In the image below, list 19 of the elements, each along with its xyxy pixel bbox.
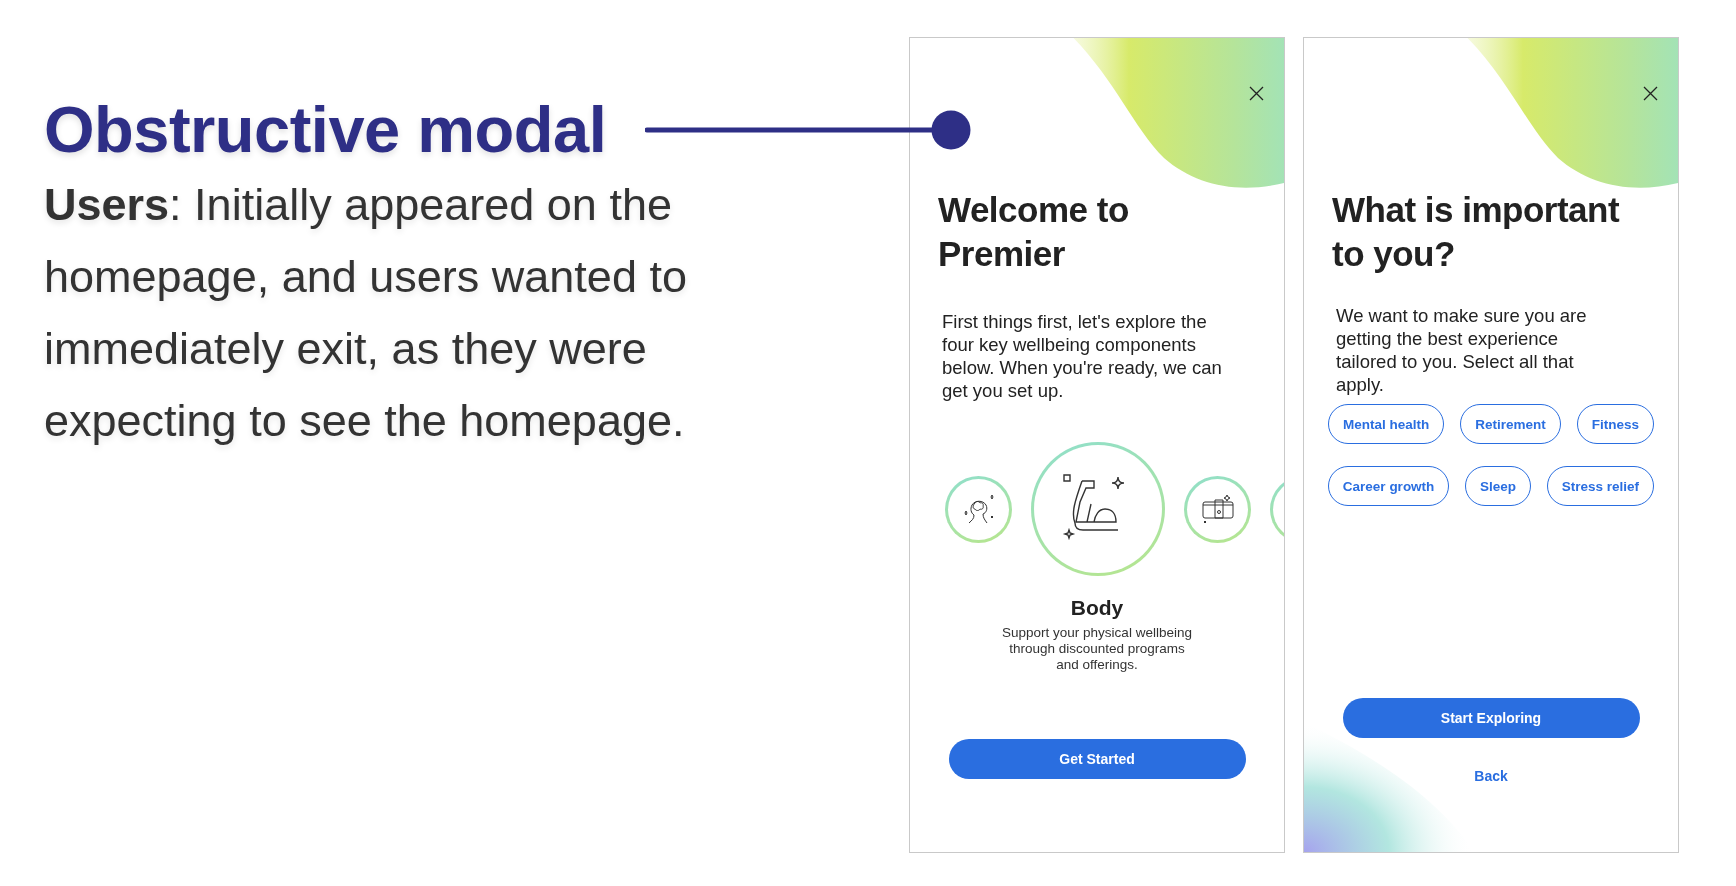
interest-chip[interactable]: Career growth — [1327, 466, 1450, 506]
back-link[interactable]: Back — [1474, 768, 1508, 784]
feature-description: Support your physical wellbeing through discounted programs and offerings. — [1001, 625, 1193, 673]
primary-button[interactable]: Start Exploring — [1342, 698, 1640, 738]
screen-description: First things first, let's explore the four key wellbeing components below. When you're ready, we can get you set up. — [942, 310, 1223, 402]
interest-chip[interactable]: Mental health — [1328, 404, 1445, 444]
primary-button[interactable]: Get Started — [948, 739, 1246, 779]
interest-chip[interactable]: Fitness — [1576, 404, 1654, 444]
screen-description: We want to make sure you are getting the best experience tailored to you. Select all that apply. — [1336, 304, 1588, 396]
screen-title: Welcome to Premier — [938, 189, 1130, 275]
interest-chip[interactable]: Sleep — [1465, 466, 1532, 506]
feature-title: Body — [1069, 596, 1125, 620]
interest-chip[interactable]: Retirement — [1460, 404, 1561, 444]
interest-chip[interactable]: Stress relief — [1546, 466, 1655, 506]
slide-heading: Obstructive modal — [44, 92, 607, 168]
close-icon[interactable] — [1643, 86, 1658, 101]
close-icon[interactable] — [1249, 86, 1264, 101]
description-text: Users: Initially appeared on the homepage, and users wanted to immediately exit, as they were expecting to see the homepage. — [44, 178, 688, 448]
screen-title: What is important to you? — [1332, 189, 1621, 275]
